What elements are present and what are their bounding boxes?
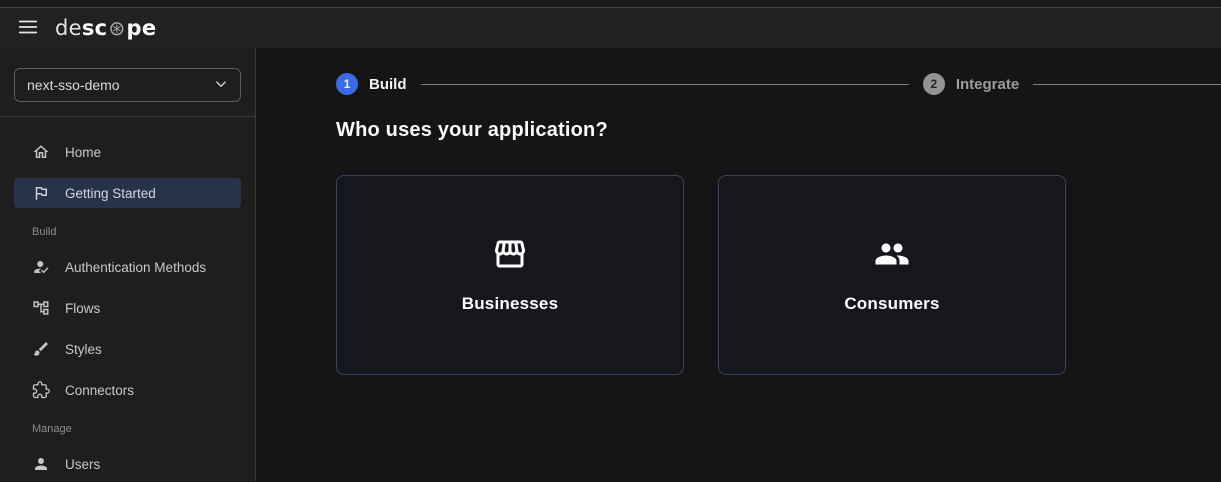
sidebar-item-getting-started[interactable]: Getting Started: [14, 178, 241, 208]
sidebar: next-sso-demo Home Getting Started Build: [0, 48, 256, 481]
card-label: Businesses: [461, 294, 559, 313]
hamburger-menu-icon: [17, 16, 39, 41]
sidebar-nav: Home Getting Started Build Authenticatio…: [14, 137, 241, 479]
sidebar-item-styles[interactable]: Styles: [14, 334, 241, 364]
sidebar-item-users[interactable]: Users: [14, 449, 241, 479]
chevron-down-icon: [212, 75, 230, 96]
sidebar-item-label: Users: [65, 456, 101, 472]
businesses-card[interactable]: Businesses: [336, 175, 684, 375]
sidebar-item-label: Authentication Methods: [65, 259, 207, 275]
stepper-step-build[interactable]: 1 Build: [336, 73, 407, 95]
descope-logo: de sc ⊛ pe: [55, 16, 156, 40]
wizard-stepper: 1 Build 2 Integrate: [336, 73, 1221, 95]
window-top-strip: [0, 0, 1221, 8]
main-content: 1 Build 2 Integrate Who uses your applic…: [256, 48, 1221, 481]
sidebar-item-label: Home: [65, 144, 102, 160]
sidebar-section-build: Build: [32, 226, 57, 238]
card-label: Consumers: [844, 294, 940, 313]
page-title: Who uses your application?: [336, 119, 608, 141]
step-number-badge: 1: [336, 73, 358, 95]
stepper-connector-line: [1033, 83, 1221, 85]
puzzle-icon: [32, 381, 50, 399]
hamburger-menu-button[interactable]: [16, 16, 40, 40]
sidebar-item-label: Flows: [65, 300, 101, 316]
person-check-icon: [32, 258, 50, 276]
project-selector-value: next-sso-demo: [27, 77, 120, 93]
sidebar-item-flows[interactable]: Flows: [14, 293, 241, 323]
project-selector[interactable]: next-sso-demo: [14, 68, 241, 102]
group-icon: [874, 236, 910, 272]
app-header: de sc ⊛ pe: [0, 8, 1221, 48]
flow-tree-icon: [32, 299, 50, 317]
person-icon: [32, 455, 50, 473]
stepper-connector-line: [420, 83, 909, 85]
sidebar-divider: [0, 116, 255, 117]
step-number-badge: 2: [922, 73, 945, 95]
logo-text-pe: pe: [126, 16, 157, 40]
sidebar-item-label: Styles: [65, 341, 102, 357]
logo-text-sc: sc: [81, 16, 108, 40]
sidebar-section-manage: Manage: [32, 423, 72, 435]
sidebar-item-label: Connectors: [65, 382, 135, 398]
sidebar-item-authentication-methods[interactable]: Authentication Methods: [14, 252, 241, 282]
step-label: Build: [369, 75, 407, 93]
brush-icon: [32, 340, 50, 358]
sidebar-item-home[interactable]: Home: [14, 137, 241, 167]
sidebar-item-connectors[interactable]: Connectors: [14, 375, 241, 405]
logo-text-de: de: [55, 16, 82, 40]
stepper-step-integrate[interactable]: 2 Integrate: [922, 73, 1020, 95]
storefront-icon: [492, 236, 528, 272]
flag-icon: [32, 184, 50, 202]
consumers-card[interactable]: Consumers: [718, 175, 1066, 375]
sidebar-item-label: Getting Started: [65, 185, 156, 201]
step-label: Integrate: [955, 75, 1020, 93]
home-icon: [32, 143, 50, 161]
audience-choice-cards: Businesses Consumers: [336, 175, 1221, 375]
logo-o-mark-icon: ⊛: [108, 16, 126, 40]
